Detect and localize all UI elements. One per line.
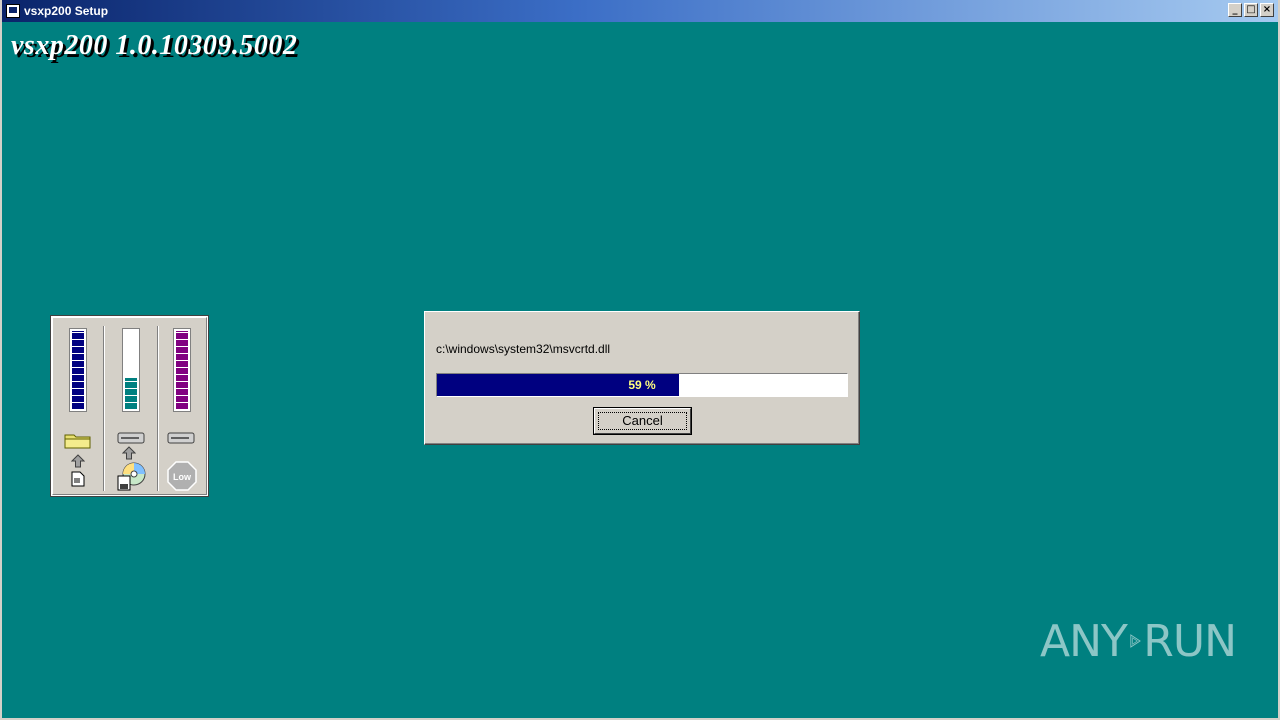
- setup-meters-panel: Low: [50, 315, 209, 497]
- folder-icon: [64, 434, 91, 449]
- window-title: vsxp200 Setup: [24, 4, 109, 18]
- cancel-button-label: Cancel: [622, 413, 663, 428]
- disk-space-gauge-fill: [176, 331, 188, 409]
- watermark-right-text: RUN: [1143, 615, 1237, 667]
- app-heading: vsxp200 1.0.10309.5002: [11, 30, 298, 61]
- file-icon: [71, 471, 85, 487]
- drive-icon: [117, 432, 145, 444]
- floppy-icon: [117, 475, 131, 491]
- setup-window: vsxp200 Setup _ □ × vsxp200 1.0.10309.50…: [0, 0, 1280, 720]
- source-gauge: [69, 328, 87, 412]
- anyrun-watermark: ANY RUN: [1040, 608, 1237, 674]
- window-controls: _ □ ×: [1228, 3, 1274, 17]
- meters-panel-inner: Low: [52, 317, 207, 495]
- low-disk-icon: Low: [167, 461, 197, 491]
- setup-app-icon: [6, 4, 20, 18]
- progress-percent-label: 59 %: [628, 378, 656, 392]
- meter-separator: [157, 326, 159, 491]
- progress-bar: 59 %: [436, 373, 848, 397]
- low-label: Low: [173, 472, 192, 482]
- watermark-left-text: ANY: [1040, 615, 1128, 667]
- arrow-up-icon: [71, 454, 85, 468]
- disk-space-gauge: [173, 328, 191, 412]
- close-button[interactable]: ×: [1260, 3, 1274, 17]
- title-bar[interactable]: vsxp200 Setup _ □ ×: [2, 0, 1278, 22]
- minimize-button[interactable]: _: [1228, 3, 1242, 17]
- current-file-path: c:\windows\system32\msvcrtd.dll: [436, 342, 611, 356]
- cancel-button[interactable]: Cancel: [593, 407, 692, 435]
- destination-gauge: [122, 328, 140, 412]
- meter-separator: [103, 326, 105, 491]
- play-logo-icon: [1130, 634, 1141, 648]
- destination-gauge-fill: [125, 377, 137, 409]
- progress-dialog: c:\windows\system32\msvcrtd.dll 59 % Can…: [424, 311, 860, 445]
- arrow-up-icon: [122, 446, 136, 460]
- source-gauge-fill: [72, 331, 84, 409]
- maximize-button[interactable]: □: [1244, 3, 1258, 17]
- drive-icon: [167, 432, 195, 444]
